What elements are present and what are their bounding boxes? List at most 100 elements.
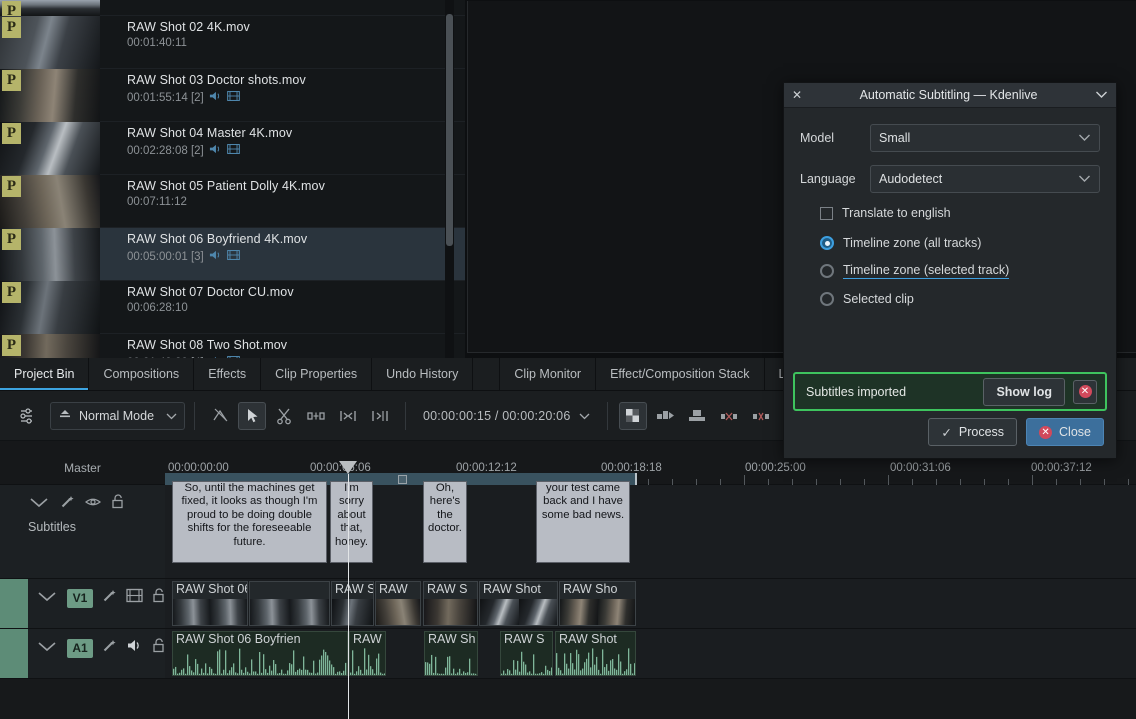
subtitle-clip[interactable]: I'm sorry about that, honey. (330, 481, 373, 563)
dialog-action-buttons[interactable]: ✓ Process ✕ Close (928, 418, 1104, 446)
track-badge[interactable]: V1 (67, 588, 93, 608)
track-body-a1[interactable]: RAW Shot 06 Boyfrien RAW RAW Sh RAW S RAW Sh… (165, 629, 1136, 679)
bin-clip-row[interactable]: P RAW Shot 08 Two Shot.mov00:01:49:20 [4] (0, 334, 465, 358)
timeline-area[interactable]: Master 00:00:00:00 00:00:06:06 00:00:12:12… (0, 441, 1136, 719)
timeline-video-clip[interactable]: RAW S (331, 581, 374, 626)
scope-radio-option[interactable]: Selected clip (820, 292, 1100, 306)
playhead-handle[interactable] (339, 461, 357, 474)
lift-zone-icon[interactable] (747, 402, 775, 430)
bin-clip-row[interactable]: P RAW Shot 06 Boyfriend 4K.mov 00:05:00:01… (0, 228, 465, 281)
clip-thumbnails (376, 599, 420, 625)
process-button[interactable]: ✓ Process (928, 418, 1018, 446)
tab-effects[interactable]: Effects (194, 358, 262, 390)
project-bin-scrollbar[interactable] (445, 0, 454, 358)
timeline-video-clip[interactable]: RAW Shot (479, 581, 558, 626)
timeline-video-clip[interactable]: RAW (375, 581, 421, 626)
extract-zone-icon[interactable] (715, 402, 743, 430)
project-bin-list[interactable]: P P RAW Shot 02 4K.mov 00:01:40:11 P RAW Shot… (0, 0, 465, 358)
track-header-a1[interactable]: A1 (0, 629, 165, 679)
overwrite-zone-icon[interactable] (683, 402, 711, 430)
eye-icon[interactable] (85, 495, 101, 513)
model-select[interactable]: Small (870, 124, 1100, 152)
tab-clip-properties[interactable]: Clip Properties (261, 358, 373, 390)
radio-button[interactable] (820, 292, 834, 306)
timeline-audio-clip[interactable]: RAW (349, 631, 386, 676)
scope-radio-option[interactable]: Timeline zone (selected track) (820, 263, 1100, 279)
mix-clips-icon[interactable] (206, 402, 234, 430)
subtitle-scope-group[interactable]: Timeline zone (all tracks) Timeline zone … (800, 236, 1100, 306)
ripple-tool-icon[interactable] (366, 402, 394, 430)
dismiss-notification-button[interactable]: ✕ (1073, 379, 1097, 404)
subtitle-clip[interactable]: your test came back and I have some bad … (536, 481, 630, 563)
dialog-title-bar[interactable]: ✕ Automatic Subtitling — Kdenlive (784, 83, 1116, 108)
chevron-down-icon[interactable] (1095, 88, 1108, 102)
project-bin-panel[interactable]: P P RAW Shot 02 4K.mov 00:01:40:11 P RAW Shot… (0, 0, 466, 358)
bin-clip-row[interactable]: P RAW Shot 05 Patient Dolly 4K.mov 00:07:1… (0, 175, 465, 228)
timeline-video-clip[interactable]: RAW Shot 06 Boyfri (172, 581, 248, 626)
video-track-icon[interactable] (126, 588, 143, 608)
scope-radio-option[interactable]: Timeline zone (all tracks) (820, 236, 1100, 250)
bin-clip-row[interactable]: P RAW Shot 03 Doctor shots.mov 00:01:55:14… (0, 69, 465, 122)
lock-icon[interactable] (152, 588, 165, 608)
track-header-subtitles[interactable]: Subtitles (0, 485, 165, 579)
subtitle-clip[interactable]: Oh, here's the doctor. (423, 481, 467, 563)
timeline-video-clip[interactable] (249, 581, 330, 626)
tab-compositions[interactable]: Compositions (89, 358, 195, 390)
clip-duration-row: 00:06:28:10 (127, 302, 294, 314)
bin-clip-row[interactable]: P RAW Shot 07 Doctor CU.mov 00:06:28:10 (0, 281, 465, 334)
bin-clip-row[interactable]: P (0, 0, 465, 16)
timeline-position-timecode[interactable]: 00:00:00:15 / 00:00:20:06 (415, 409, 598, 423)
clip-label: RAW Shot 06 Boyfrien (176, 632, 301, 646)
timeline-audio-clip[interactable]: RAW Shot (555, 631, 636, 676)
subtitle-clip[interactable]: So, until the machines get fixed, it loo… (172, 481, 327, 563)
clip-duration-row: 00:01:55:14 [2] (127, 90, 306, 105)
timeline-video-clip[interactable]: RAW S (423, 581, 478, 626)
lock-icon[interactable] (152, 638, 165, 658)
zone-marker[interactable] (398, 475, 407, 484)
track-body-v1[interactable]: RAW Shot 06 Boyfri RAW S RAW RAW S RAW Shot R… (165, 579, 1136, 629)
razor-tool-icon[interactable] (270, 402, 298, 430)
track-header-v1[interactable]: V1 (0, 579, 165, 629)
translate-to-english-row[interactable]: Translate to english (820, 206, 1100, 220)
collapse-chevron-icon[interactable] (28, 495, 50, 513)
bin-clip-row[interactable]: P RAW Shot 02 4K.mov 00:01:40:11 (0, 16, 465, 69)
radio-button[interactable] (820, 236, 834, 250)
track-badge[interactable]: A1 (67, 638, 93, 658)
track-body-subtitles[interactable]: So, until the machines get fixed, it loo… (165, 481, 1136, 579)
radio-button[interactable] (820, 264, 834, 278)
edit-mode-select[interactable]: Normal Mode (50, 401, 185, 430)
effects-wand-icon[interactable] (102, 638, 117, 658)
effects-wand-icon[interactable] (60, 494, 75, 514)
translate-checkbox[interactable] (820, 206, 833, 220)
scrollbar-thumb[interactable] (446, 14, 453, 246)
timeline-audio-clip[interactable]: RAW Sh (424, 631, 478, 676)
bin-clip-row[interactable]: P RAW Shot 04 Master 4K.mov 00:02:28:08 [2… (0, 122, 465, 175)
close-icon[interactable]: ✕ (792, 88, 802, 102)
effects-wand-icon[interactable] (102, 588, 117, 608)
spacer-tool-icon[interactable] (302, 402, 330, 430)
close-button[interactable]: ✕ Close (1026, 418, 1104, 446)
slip-tool-icon[interactable] (334, 402, 362, 430)
tab-project-bin[interactable]: Project Bin (0, 358, 90, 390)
clip-label: RAW Sh (428, 632, 476, 646)
timeline-settings-icon[interactable] (12, 402, 40, 430)
timeline-video-clip[interactable]: RAW Sho (559, 581, 636, 626)
language-select[interactable]: Audodetect (870, 165, 1100, 193)
timeline-audio-clip[interactable]: RAW Shot 06 Boyfrien (172, 631, 348, 676)
audio-track-icon[interactable] (126, 638, 143, 658)
tab-effect-composition-stack[interactable]: Effect/Composition Stack (596, 358, 765, 390)
clip-name: RAW Shot 05 Patient Dolly 4K.mov (127, 179, 325, 193)
show-log-button[interactable]: Show log (983, 377, 1065, 406)
collapse-chevron-icon[interactable] (36, 639, 58, 657)
selection-tool-icon[interactable] (238, 401, 266, 430)
chevron-down-icon[interactable] (579, 409, 590, 423)
tab-clip-monitor[interactable]: Clip Monitor (499, 358, 597, 390)
lock-icon[interactable] (111, 494, 124, 514)
dialog-title: Automatic Subtitling — Kdenlive (859, 88, 1038, 102)
collapse-chevron-icon[interactable] (36, 589, 58, 607)
timeline-audio-clip[interactable]: RAW S (500, 631, 553, 676)
tab-undo-history[interactable]: Undo History (372, 358, 474, 390)
mix-icon[interactable] (618, 401, 647, 430)
automatic-subtitling-dialog[interactable]: ✕ Automatic Subtitling — Kdenlive Model … (783, 82, 1117, 459)
insert-zone-icon[interactable] (651, 402, 679, 430)
